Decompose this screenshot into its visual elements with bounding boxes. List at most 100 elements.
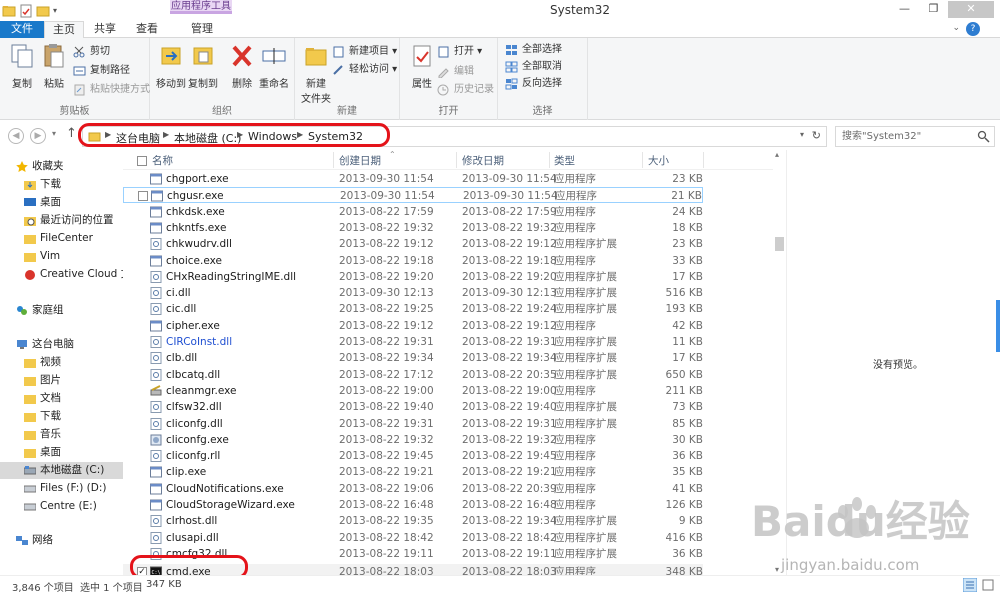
nav-drive-d[interactable]: Files (F:) (D:) (0, 480, 123, 497)
nav-this-pc[interactable]: 这台电脑 (0, 336, 123, 353)
column-divider[interactable] (642, 152, 643, 168)
forward-button[interactable]: ▶ (30, 128, 46, 144)
file-row[interactable]: clb.dll 2013-08-22 19:34 2013-08-22 19:34 应… (123, 350, 703, 366)
file-row[interactable]: CloudStorageWizard.exe 2013-08-22 16:48 20… (123, 497, 703, 513)
file-row[interactable]: chkntfs.exe 2013-08-22 19:32 2013-08-22 19… (123, 220, 703, 236)
rename-button[interactable]: 重命名 (256, 42, 292, 90)
file-row[interactable]: cliconfg.exe 2013-08-22 19:32 2013-08-22 1… (123, 432, 703, 448)
file-row[interactable]: clfsw32.dll 2013-08-22 19:40 2013-08-22 19… (123, 399, 703, 415)
nav-homegroup[interactable]: 家庭组 (0, 302, 123, 319)
edit-button[interactable]: 编辑 (436, 64, 474, 80)
easy-access-button[interactable]: 轻松访问 ▾ (331, 62, 397, 78)
large-icons-view-icon[interactable] (981, 578, 995, 592)
tab-home[interactable]: 主页 (44, 21, 84, 39)
help-icon[interactable]: ? (966, 22, 980, 36)
column-modified[interactable]: 修改日期 (462, 153, 504, 169)
file-row[interactable]: clip.exe 2013-08-22 19:21 2013-08-22 19:21… (123, 464, 703, 480)
properties-button[interactable]: 属性 (404, 42, 440, 90)
nav-favorites[interactable]: 收藏夹 (0, 158, 123, 175)
file-row[interactable]: ci.dll 2013-09-30 12:13 2013-09-30 12:13 应用… (123, 285, 703, 301)
refresh-icon[interactable]: ↻ (812, 129, 821, 142)
search-input[interactable]: 搜索"System32" (835, 126, 995, 147)
file-row[interactable]: chgport.exe 2013-09-30 11:54 2013-09-30 11… (123, 171, 703, 187)
file-row[interactable]: clrhost.dll 2013-08-22 19:35 2013-08-22 19… (123, 513, 703, 529)
file-row[interactable]: chkdsk.exe 2013-08-22 17:59 2013-08-22 17:… (123, 204, 703, 220)
nav-pictures[interactable]: 图片 (0, 372, 123, 389)
file-row[interactable]: cipher.exe 2013-08-22 19:12 2013-08-22 19:… (123, 318, 703, 334)
nav-videos[interactable]: 视频 (0, 354, 123, 371)
nav-music[interactable]: 音乐 (0, 426, 123, 443)
history-button[interactable]: 历史记录 (436, 82, 494, 98)
copy-to-button[interactable]: 复制到 (185, 42, 221, 90)
file-row[interactable]: CloudNotifications.exe 2013-08-22 19:06 20… (123, 481, 703, 497)
tab-share[interactable]: 共享 (86, 21, 124, 38)
address-dropdown-icon[interactable]: ▾ (800, 130, 804, 139)
select-none-button[interactable]: 全部取消 (504, 59, 562, 75)
maximize-button[interactable]: ❐ (919, 1, 948, 18)
tab-manage[interactable]: 管理 (176, 21, 228, 38)
file-row[interactable]: cleanmgr.exe 2013-08-22 19:00 2013-08-22 1… (123, 383, 703, 399)
file-row[interactable]: clbcatq.dll 2013-08-22 17:12 2013-08-22 20… (123, 367, 703, 383)
file-row[interactable]: cic.dll 2013-08-22 19:25 2013-08-22 19:24 应… (123, 301, 703, 317)
folder-icon[interactable] (2, 4, 16, 18)
column-divider[interactable] (549, 152, 550, 168)
minimize-button[interactable]: — (890, 1, 919, 18)
nav-creative-cloud[interactable]: Creative Cloud 文件 (0, 266, 123, 283)
nav-pc-downloads[interactable]: 下载 (0, 408, 123, 425)
file-row[interactable]: CHxReadingStringIME.dll 2013-08-22 19:20 2… (123, 269, 703, 285)
nav-network[interactable]: 网络 (0, 532, 123, 549)
new-folder-button[interactable]: 新建 文件夹 (298, 42, 334, 105)
file-row[interactable]: clusapi.dll 2013-08-22 18:42 2013-08-22 18… (123, 530, 703, 546)
paste-shortcut-button[interactable]: 粘贴快捷方式 (72, 82, 150, 98)
file-row[interactable]: chkwudrv.dll 2013-08-22 19:12 2013-08-22 1… (123, 236, 703, 252)
nav-filecenter[interactable]: FileCenter (0, 230, 123, 247)
back-button[interactable]: ◀ (8, 128, 24, 144)
column-name[interactable]: 名称 (152, 153, 173, 169)
file-row[interactable]: cliconfg.rll 2013-08-22 19:45 2013-08-22 1… (123, 448, 703, 464)
invert-selection-button[interactable]: 反向选择 (504, 76, 562, 92)
nav-desktop[interactable]: 桌面 (0, 194, 123, 211)
column-created[interactable]: 创建日期 (339, 153, 381, 169)
column-size[interactable]: 大小 (648, 153, 669, 169)
row-checkbox[interactable] (138, 191, 148, 202)
properties-icon[interactable] (19, 4, 33, 18)
scroll-up-icon[interactable]: ▴ (775, 150, 779, 159)
copy-button[interactable]: 复制 (4, 42, 40, 90)
nav-local-disk-c[interactable]: 本地磁盘 (C:) (0, 462, 123, 479)
column-divider[interactable] (703, 152, 704, 168)
copy-path-button[interactable]: 复制路径 (72, 63, 130, 79)
select-all-checkbox[interactable] (137, 156, 147, 166)
nav-vim[interactable]: Vim (0, 248, 123, 265)
nav-pc-desktop[interactable]: 桌面 (0, 444, 123, 461)
up-arrow-icon[interactable]: ↑ (66, 126, 77, 141)
close-button[interactable]: ✕ (948, 1, 994, 18)
search-icon[interactable] (977, 130, 990, 143)
details-view-icon[interactable] (963, 578, 977, 592)
column-divider[interactable] (456, 152, 457, 168)
column-divider[interactable] (333, 152, 334, 168)
open-button[interactable]: 打开 ▾ (436, 44, 482, 60)
preview-pane-edge[interactable] (996, 300, 1000, 352)
delete-button[interactable]: 删除 (224, 42, 260, 90)
file-row[interactable]: choice.exe 2013-08-22 19:18 2013-08-22 19:… (123, 253, 703, 269)
file-row[interactable]: cliconfg.dll 2013-08-22 19:31 2013-08-22 1… (123, 416, 703, 432)
paste-button[interactable]: 粘贴 (36, 42, 72, 90)
nav-recent[interactable]: 最近访问的位置 (0, 212, 123, 229)
cut-button[interactable]: 剪切 (72, 44, 110, 60)
qat-dropdown-icon[interactable]: ▾ (53, 4, 67, 18)
tab-view[interactable]: 查看 (128, 21, 166, 38)
nav-downloads[interactable]: 下载 (0, 176, 123, 193)
nav-drive-e[interactable]: Centre (E:) (0, 498, 123, 515)
new-folder-icon[interactable] (36, 4, 50, 18)
column-type[interactable]: 类型 (554, 153, 575, 169)
scrollbar-thumb[interactable] (775, 237, 784, 251)
nav-documents[interactable]: 文档 (0, 390, 123, 407)
tab-file[interactable]: 文件 (0, 21, 44, 38)
select-all-button[interactable]: 全部选择 (504, 42, 562, 58)
file-row[interactable]: chgusr.exe 2013-09-30 11:54 2013-09-30 11:… (123, 187, 703, 204)
ribbon-collapse-icon[interactable]: ⌄ (952, 23, 960, 33)
file-row[interactable]: CIRCoInst.dll 2013-08-22 19:31 2013-08-22 … (123, 334, 703, 350)
recent-locations-icon[interactable]: ▾ (52, 129, 56, 138)
move-to-button[interactable]: 移动到 (153, 42, 189, 90)
new-item-button[interactable]: 新建项目 ▾ (331, 44, 397, 60)
